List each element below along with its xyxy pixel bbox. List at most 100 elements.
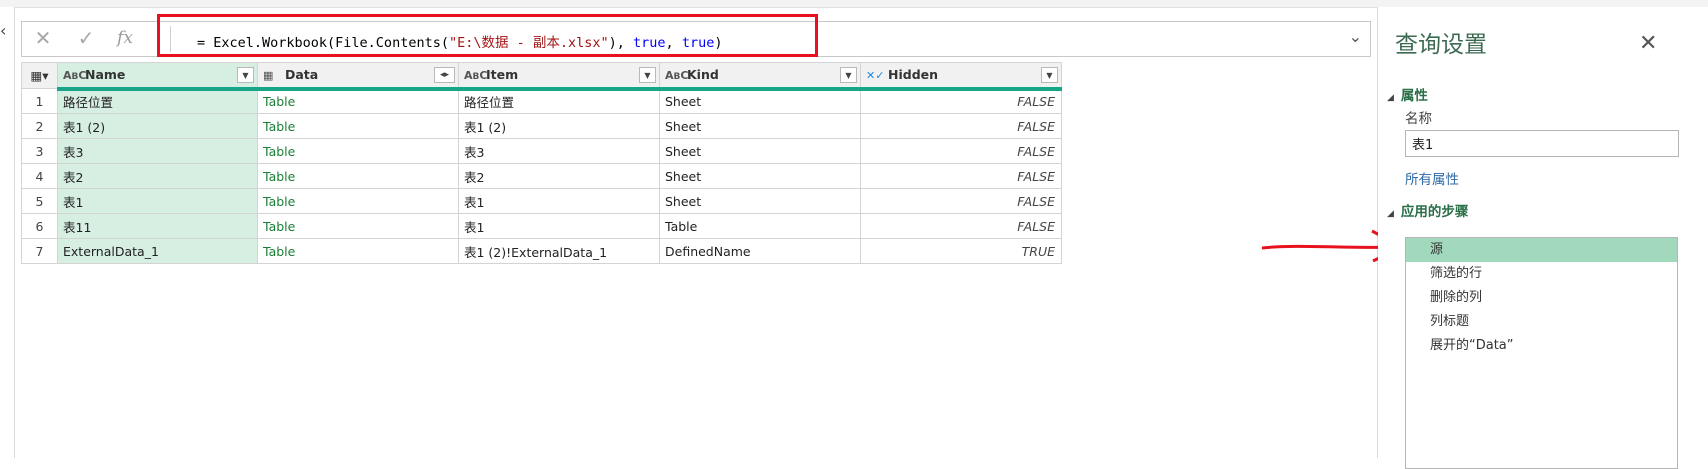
- cell-name[interactable]: 表11: [57, 213, 258, 239]
- cell-hidden[interactable]: TRUE: [860, 238, 1062, 264]
- row-number: 4: [21, 163, 58, 189]
- cell-item[interactable]: 表3: [458, 138, 660, 164]
- row-number: 5: [21, 188, 58, 214]
- table-row: 7 ExternalData_1 Table 表1 (2)!ExternalDa…: [21, 238, 1062, 264]
- column-header-label: Kind: [687, 67, 719, 83]
- all-properties-link[interactable]: 所有属性: [1405, 168, 1459, 188]
- cell-name[interactable]: 表1: [57, 188, 258, 214]
- step-removed-columns[interactable]: 删除的列: [1406, 286, 1677, 310]
- cell-kind[interactable]: Sheet: [659, 163, 861, 189]
- cell-item[interactable]: 表2: [458, 163, 660, 189]
- expand-queries-chevron-icon[interactable]: ‹: [0, 21, 6, 40]
- formula-input[interactable]: = Excel.Workbook(File.Contents("E:\数据 - …: [197, 31, 722, 51]
- filter-dropdown-icon[interactable]: ▼: [639, 67, 656, 83]
- panel-title: 查询设置: [1395, 32, 1487, 58]
- column-header-name[interactable]: ABCName ▼: [57, 62, 258, 91]
- filter-dropdown-icon[interactable]: ▼: [237, 67, 254, 83]
- step-source[interactable]: 源: [1406, 238, 1677, 262]
- properties-section-header[interactable]: ◢ 属性: [1387, 84, 1428, 104]
- text-type-icon[interactable]: ABC: [63, 69, 86, 82]
- close-icon[interactable]: ✕: [32, 26, 54, 50]
- formula-sep2: ,: [665, 35, 682, 51]
- cell-kind[interactable]: Sheet: [659, 88, 861, 114]
- close-icon[interactable]: ✕: [1639, 31, 1657, 56]
- cell-kind[interactable]: Table: [659, 213, 861, 239]
- cell-kind[interactable]: Sheet: [659, 138, 861, 164]
- cell-item[interactable]: 路径位置: [458, 88, 660, 114]
- name-label: 名称: [1405, 111, 1432, 127]
- applied-steps-section-header[interactable]: ◢ 应用的步骤: [1387, 200, 1468, 220]
- formula-bar: ✕ ✓ fx = Excel.Workbook(File.Contents("E…: [21, 21, 1371, 57]
- cell-name[interactable]: 路径位置: [57, 88, 258, 114]
- column-header-label: Data: [285, 67, 319, 83]
- cell-item[interactable]: 表1 (2)!ExternalData_1: [458, 238, 660, 264]
- cell-name[interactable]: ExternalData_1: [57, 238, 258, 264]
- expand-column-icon[interactable]: ◂▸: [434, 67, 455, 83]
- cell-data[interactable]: Table: [257, 238, 459, 264]
- properties-header-label: 属性: [1400, 88, 1428, 104]
- cell-kind[interactable]: Sheet: [659, 188, 861, 214]
- filter-dropdown-icon[interactable]: ▼: [1041, 67, 1058, 83]
- applied-steps-list: 源 筛选的行 删除的列 列标题 展开的“Data”: [1405, 237, 1678, 469]
- formula-suffix: ): [714, 35, 723, 51]
- chevron-down-icon[interactable]: ⌄: [1349, 27, 1362, 46]
- row-number: 6: [21, 213, 58, 239]
- queries-pane-collapsed[interactable]: ‹: [0, 7, 15, 458]
- cell-name[interactable]: 表1 (2): [57, 113, 258, 139]
- check-icon[interactable]: ✓: [75, 26, 97, 50]
- cell-hidden[interactable]: FALSE: [860, 113, 1062, 139]
- cell-hidden[interactable]: FALSE: [860, 188, 1062, 214]
- table-menu-icon[interactable]: ▦▾: [21, 62, 58, 89]
- formula-prefix: = Excel.Workbook(File.Contents(: [197, 35, 449, 51]
- data-preview-table: ▦▾ ABCName ▼ ▦ Data ◂▸ ABCItem ▼ ABCKind …: [21, 62, 1062, 264]
- logical-type-icon[interactable]: ✕✓: [866, 69, 888, 82]
- cell-hidden[interactable]: FALSE: [860, 88, 1062, 114]
- table-row: 1 路径位置 Table 路径位置 Sheet FALSE: [21, 88, 1062, 114]
- cell-kind[interactable]: Sheet: [659, 113, 861, 139]
- row-number: 2: [21, 113, 58, 139]
- formula-sep1: ),: [608, 35, 634, 51]
- cell-hidden[interactable]: FALSE: [860, 213, 1062, 239]
- step-expanded-data[interactable]: 展开的“Data”: [1406, 334, 1677, 358]
- column-header-label: Item: [486, 67, 519, 83]
- collapse-triangle-icon[interactable]: ◢: [1387, 93, 1394, 103]
- cell-item[interactable]: 表1 (2): [458, 113, 660, 139]
- table-row: 2 表1 (2) Table 表1 (2) Sheet FALSE: [21, 113, 1062, 139]
- step-column-headers[interactable]: 列标题: [1406, 310, 1677, 334]
- column-header-label: Name: [85, 67, 126, 83]
- column-header-item[interactable]: ABCItem ▼: [458, 62, 660, 91]
- table-row: 3 表3 Table 表3 Sheet FALSE: [21, 138, 1062, 164]
- collapse-triangle-icon[interactable]: ◢: [1387, 209, 1394, 219]
- applied-steps-header-label: 应用的步骤: [1400, 204, 1469, 220]
- column-header-kind[interactable]: ABCKind ▼: [659, 62, 861, 91]
- cell-data[interactable]: Table: [257, 88, 459, 114]
- query-settings-panel: 查询设置 ✕ ◢ 属性 名称 所有属性 ◢ 应用的步骤 源 筛选的行 删除的列 列标…: [1378, 7, 1708, 469]
- cell-data[interactable]: Table: [257, 213, 459, 239]
- cell-name[interactable]: 表3: [57, 138, 258, 164]
- column-header-data[interactable]: ▦ Data ◂▸: [257, 62, 459, 91]
- cell-data[interactable]: Table: [257, 113, 459, 139]
- cell-kind[interactable]: DefinedName: [659, 238, 861, 264]
- text-type-icon[interactable]: ABC: [665, 69, 688, 82]
- fx-icon[interactable]: fx: [114, 26, 136, 50]
- filter-dropdown-icon[interactable]: ▼: [840, 67, 857, 83]
- column-header-hidden[interactable]: ✕✓ Hidden ▼: [860, 62, 1062, 91]
- row-number: 3: [21, 138, 58, 164]
- cell-name[interactable]: 表2: [57, 163, 258, 189]
- table-row: 6 表11 Table 表1 Table FALSE: [21, 213, 1062, 239]
- table-header-row: ▦▾ ABCName ▼ ▦ Data ◂▸ ABCItem ▼ ABCKind …: [21, 62, 1062, 91]
- step-filtered-rows[interactable]: 筛选的行: [1406, 262, 1677, 286]
- cell-hidden[interactable]: FALSE: [860, 163, 1062, 189]
- cell-item[interactable]: 表1: [458, 188, 660, 214]
- text-type-icon[interactable]: ABC: [464, 69, 487, 82]
- cell-hidden[interactable]: FALSE: [860, 138, 1062, 164]
- cell-data[interactable]: Table: [257, 138, 459, 164]
- query-name-input[interactable]: [1405, 130, 1679, 157]
- cell-item[interactable]: 表1: [458, 213, 660, 239]
- table-type-icon[interactable]: ▦: [263, 69, 285, 82]
- formula-true-arg1: true: [633, 35, 666, 51]
- formula-separator: [170, 26, 171, 52]
- cell-data[interactable]: Table: [257, 188, 459, 214]
- cell-data[interactable]: Table: [257, 163, 459, 189]
- column-header-label: Hidden: [888, 67, 939, 83]
